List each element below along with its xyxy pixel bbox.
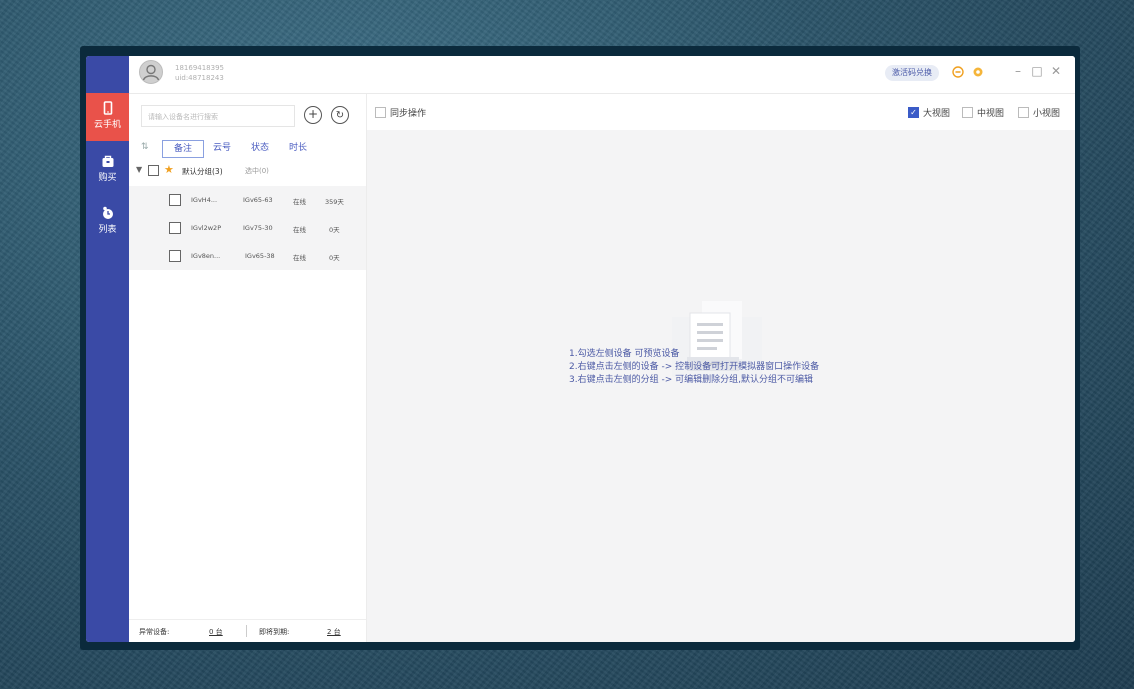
account-phone: 18169418395 xyxy=(175,64,224,72)
side-nav: 云手机 购买 列表 xyxy=(86,56,129,642)
small-view-label: 小视图 xyxy=(1032,109,1060,119)
device-row[interactable]: IGvl2w2P IGv75-30 在线 0天 xyxy=(129,214,366,242)
nav-label: 云手机 xyxy=(93,120,121,130)
device-id: IGv65-38 xyxy=(245,252,275,260)
group-checkbox[interactable] xyxy=(148,165,159,176)
avatar[interactable] xyxy=(139,60,163,84)
large-view-label: 大视图 xyxy=(922,109,950,119)
device-row[interactable]: IGvH4... IGv65-63 在线 359天 xyxy=(129,186,366,214)
device-status: 在线 xyxy=(293,198,306,206)
device-status: 在线 xyxy=(293,226,306,234)
nav-item-buy[interactable]: 购买 xyxy=(86,146,129,194)
sort-tabs: ⇅ 备注 云号 状态 时长 xyxy=(141,140,361,158)
small-view-checkbox[interactable] xyxy=(1017,107,1029,118)
device-name: IGvl2w2P xyxy=(191,224,222,232)
group-default[interactable]: ▼ ★ 默认分组(3) 选中(0) xyxy=(129,162,366,182)
settings-icon[interactable] xyxy=(972,66,984,78)
device-time: 0天 xyxy=(329,254,340,262)
expiring-count-link[interactable]: 2 台 xyxy=(327,627,341,637)
account-uid: uid:48718243 xyxy=(175,74,224,82)
app-window: 云手机 购买 列表 18169418395 uid:48718243 激活码兑换… xyxy=(86,56,1075,642)
expand-arrow-icon[interactable]: ▼ xyxy=(136,165,142,174)
close-button[interactable]: ✕ xyxy=(1049,64,1063,78)
plus-icon: + xyxy=(307,107,319,121)
large-view-option[interactable]: ✓ 大视图 xyxy=(907,106,950,119)
sort-icon[interactable]: ⇅ xyxy=(141,142,149,152)
device-status: 在线 xyxy=(293,254,306,262)
hint-line: 2.右键点击左侧的设备 -> 控制设备可打开模拟器窗口操作设备 xyxy=(569,362,820,372)
nav-item-cloud-phone[interactable]: 云手机 xyxy=(86,93,129,141)
device-panel: 请输入设备名进行搜索 + ↻ ⇅ 备注 云号 状态 时长 ▼ ★ 默认分组(3)… xyxy=(129,94,367,642)
shopping-bag-icon xyxy=(102,155,113,167)
account-info: 18169418395 uid:48718243 xyxy=(175,63,224,83)
device-time: 0天 xyxy=(329,226,340,234)
refresh-icon: ↻ xyxy=(335,110,345,121)
device-checkbox[interactable] xyxy=(169,250,181,262)
abnormal-count-link[interactable]: 0 台 xyxy=(209,627,223,637)
abnormal-label: 异常设备: xyxy=(139,628,170,636)
sync-operation-option[interactable]: 同步操作 xyxy=(375,106,426,119)
star-icon: ★ xyxy=(164,163,174,176)
device-checkbox[interactable] xyxy=(169,222,181,234)
group-name: 默认分组(3) xyxy=(182,167,223,176)
usage-hints: 1.勾选左侧设备 可预览设备 2.右键点击左侧的设备 -> 控制设备可打开模拟器… xyxy=(569,348,819,387)
phone-icon xyxy=(103,101,112,115)
medium-view-label: 中视图 xyxy=(976,109,1004,119)
title-bar: 18169418395 uid:48718243 激活码兑换 – □ ✕ xyxy=(129,56,1075,94)
device-id: IGv65-63 xyxy=(243,196,273,204)
hint-line: 1.勾选左侧设备 可预览设备 xyxy=(569,349,680,359)
nav-label: 购买 xyxy=(98,173,117,183)
device-name: IGv8en... xyxy=(191,252,221,260)
list-clock-icon xyxy=(102,206,113,219)
redeem-code-button[interactable]: 激活码兑换 xyxy=(885,65,939,81)
tab-remark[interactable]: 备注 xyxy=(162,140,204,158)
medium-view-checkbox[interactable] xyxy=(961,107,973,118)
tab-cloud-id[interactable]: 云号 xyxy=(207,140,237,156)
device-id: IGv75-30 xyxy=(243,224,273,232)
nav-label: 列表 xyxy=(98,225,117,235)
expiring-label: 即将到期: xyxy=(259,628,290,636)
footer-divider xyxy=(246,625,247,637)
device-time: 359天 xyxy=(325,198,344,206)
add-group-button[interactable]: + xyxy=(304,106,322,124)
refresh-button[interactable]: ↻ xyxy=(331,106,349,124)
check-icon[interactable]: ✓ xyxy=(907,107,919,118)
search-input[interactable]: 请输入设备名进行搜索 xyxy=(141,105,295,127)
preview-area: 1.勾选左侧设备 可预览设备 2.右键点击左侧的设备 -> 控制设备可打开模拟器… xyxy=(367,130,1075,642)
sync-checkbox[interactable] xyxy=(375,107,386,118)
gift-icon[interactable] xyxy=(952,66,964,78)
panel-footer: 异常设备: 0 台 即将到期: 2 台 xyxy=(129,619,366,642)
device-checkbox[interactable] xyxy=(169,194,181,206)
small-view-option[interactable]: 小视图 xyxy=(1017,106,1060,119)
minimize-button[interactable]: – xyxy=(1011,64,1025,78)
sync-label: 同步操作 xyxy=(390,109,427,119)
group-selected-count: 选中(0) xyxy=(245,167,269,175)
main-toolbar: 同步操作 ✓ 大视图 中视图 小视图 xyxy=(367,94,1075,130)
maximize-button[interactable]: □ xyxy=(1030,64,1044,78)
nav-item-list[interactable]: 列表 xyxy=(86,198,129,246)
tab-duration[interactable]: 时长 xyxy=(283,140,313,156)
medium-view-option[interactable]: 中视图 xyxy=(961,106,1004,119)
device-name: IGvH4... xyxy=(191,196,218,204)
hint-line: 3.右键点击左侧的分组 -> 可编辑删除分组,默认分组不可编辑 xyxy=(569,375,813,385)
device-row[interactable]: IGv8en... IGv65-38 在线 0天 xyxy=(129,242,366,270)
tab-status[interactable]: 状态 xyxy=(245,140,275,156)
user-icon xyxy=(142,64,160,81)
